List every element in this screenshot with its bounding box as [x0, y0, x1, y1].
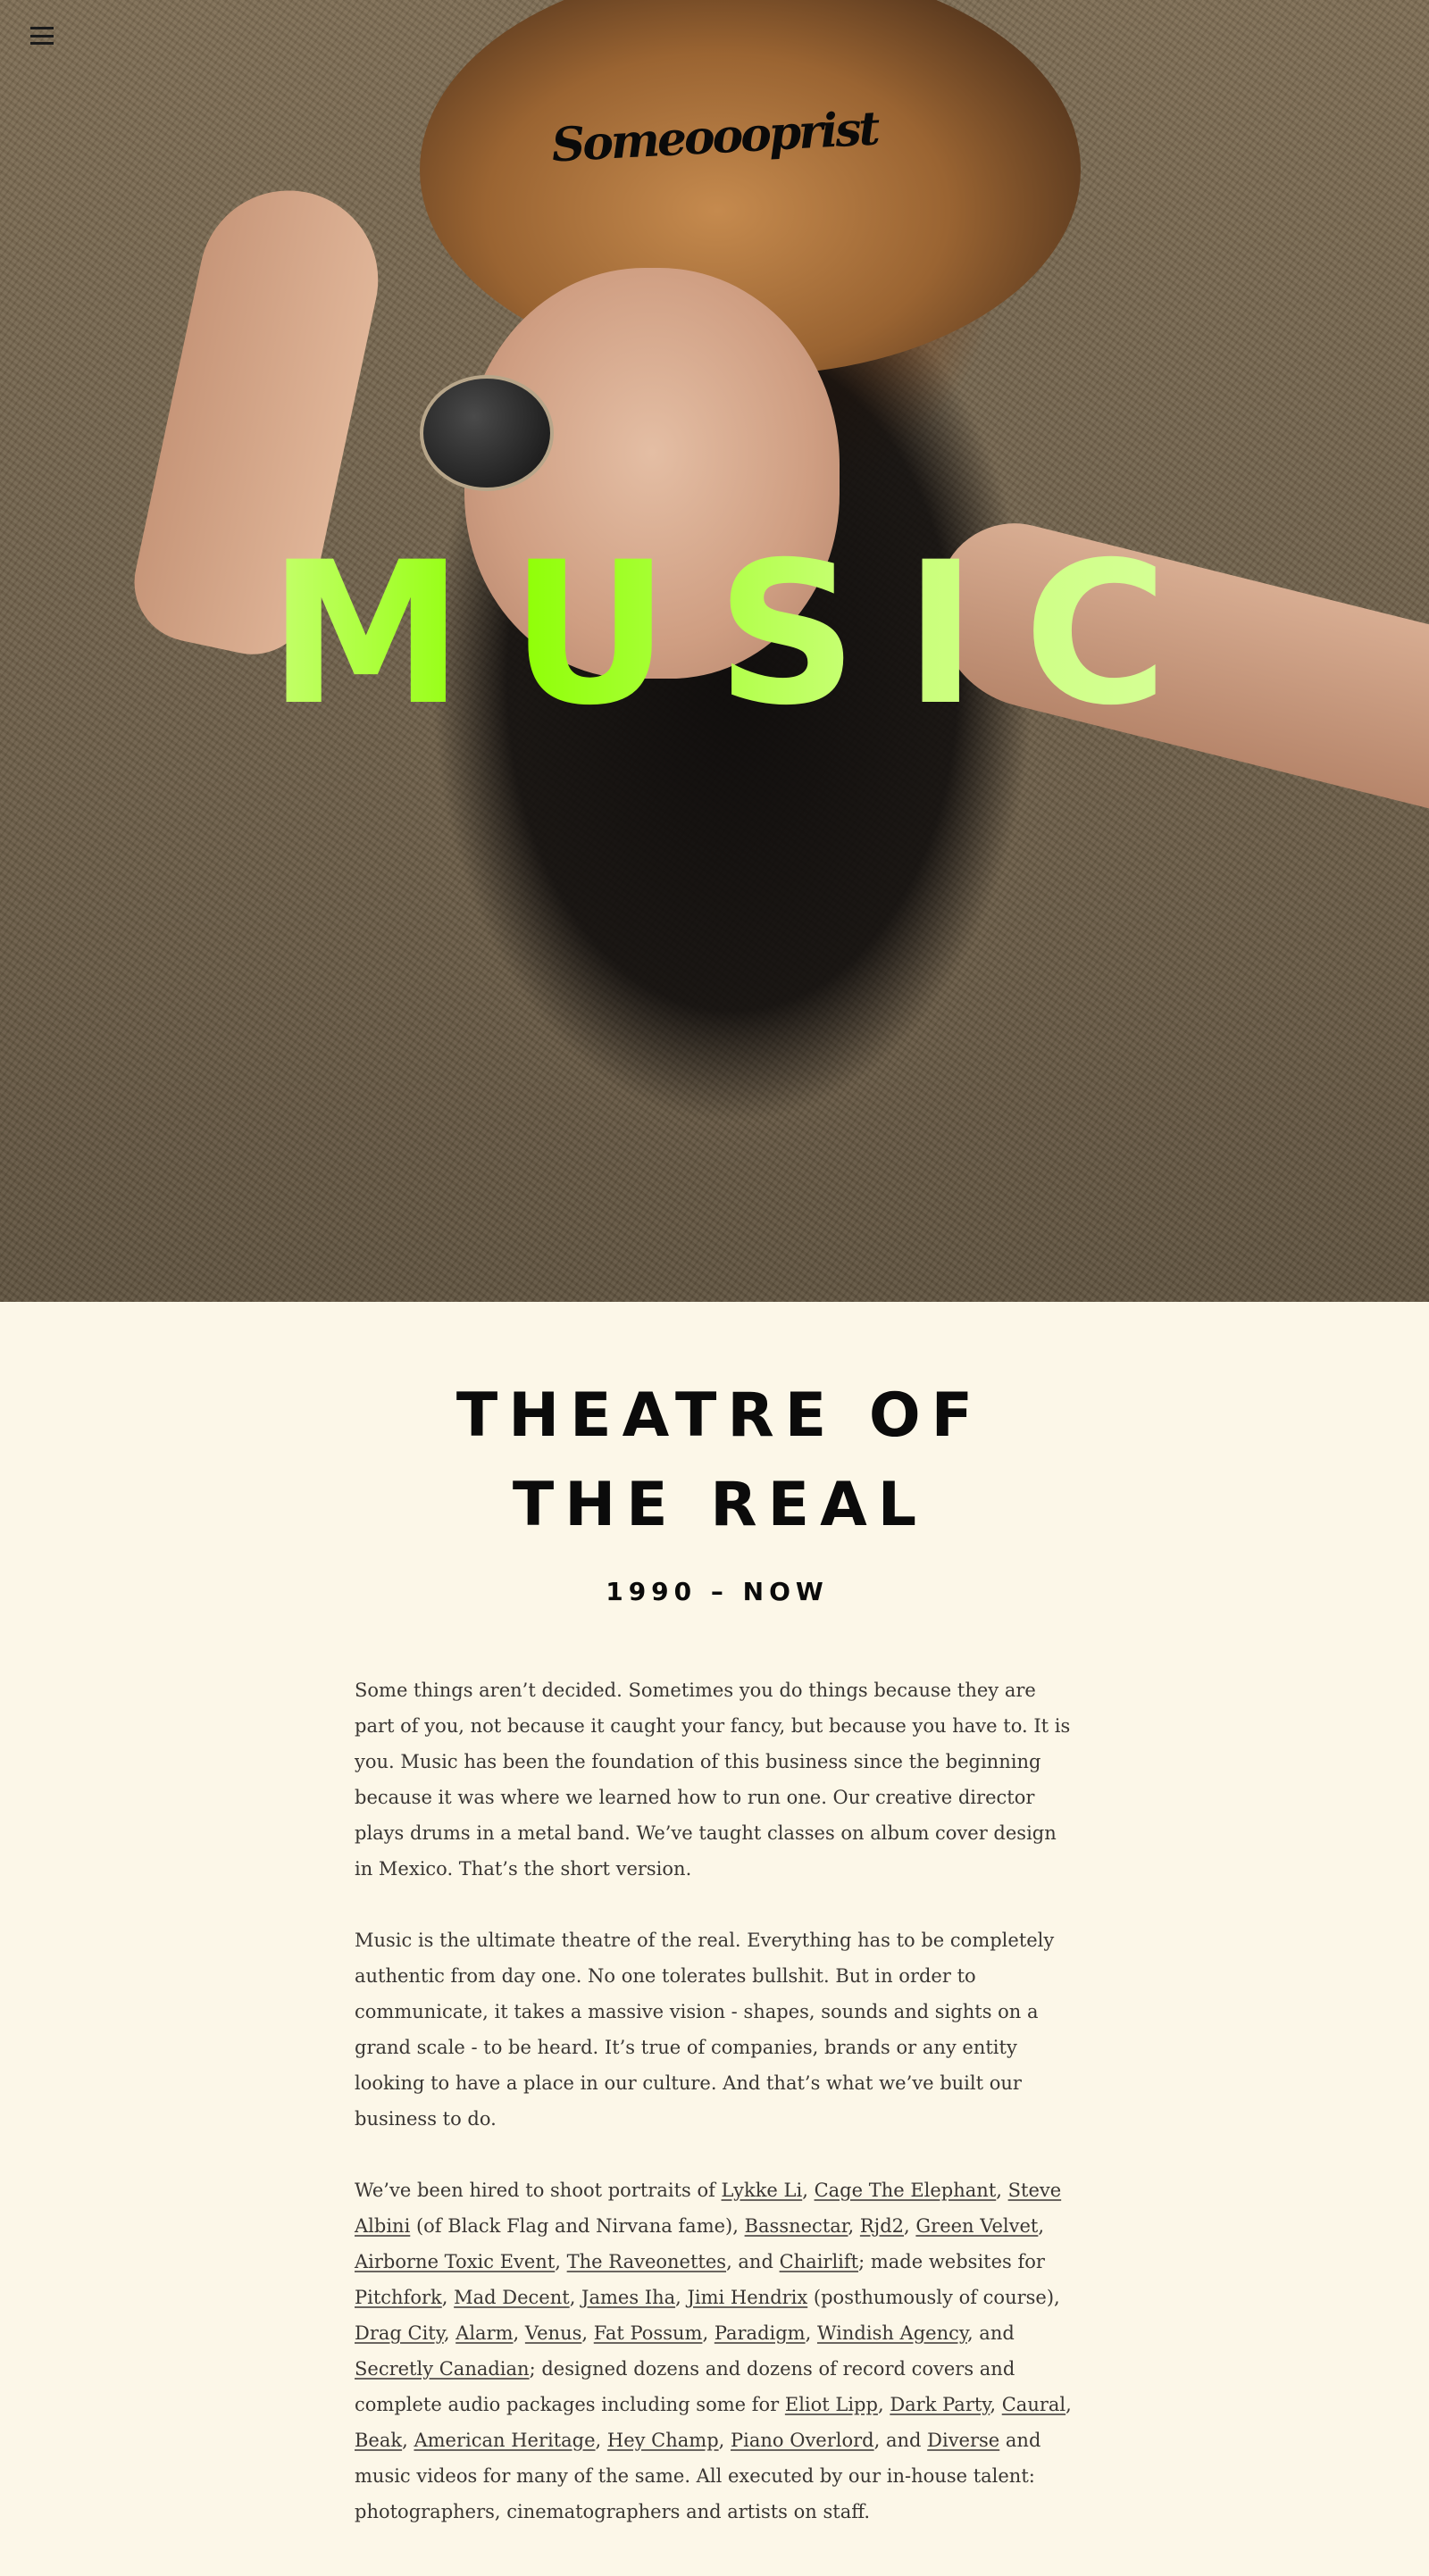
link-dark-party[interactable]: Dark Party [890, 2394, 990, 2415]
text-run: , [513, 2322, 525, 2344]
text-run: , [718, 2430, 731, 2451]
link-lykke-li[interactable]: Lykke Li [722, 2180, 803, 2201]
body-text: Some things aren’t decided. Sometimes yo… [355, 1672, 1074, 2530]
text-run: , [802, 2180, 815, 2201]
hero-banner: Someoooprist MUSIC [0, 0, 1429, 1302]
link-jimi-hendrix[interactable]: Jimi Hendrix [687, 2287, 807, 2308]
text-run: , [1065, 2394, 1072, 2415]
link-caural[interactable]: Caural [1002, 2394, 1065, 2415]
section-heading-line: THE REAL [512, 1470, 928, 1540]
paragraph: Some things aren’t decided. Sometimes yo… [355, 1680, 1071, 1880]
text-run: (of Black Flag and Nirvana fame), [410, 2215, 745, 2237]
text-run: , [848, 2215, 860, 2237]
text-run: (posthumously of course), [807, 2287, 1060, 2308]
link-mad-decent[interactable]: Mad Decent [454, 2287, 570, 2308]
text-run: , [443, 2322, 456, 2344]
text-run: , [675, 2287, 688, 2308]
text-run: , [581, 2322, 594, 2344]
text-run: , [441, 2287, 455, 2308]
text-run: , and [726, 2251, 780, 2272]
text-run: , [996, 2180, 1008, 2201]
hero-title: MUSIC [0, 536, 1429, 732]
text-run: , [595, 2430, 607, 2451]
link-piano-overlord[interactable]: Piano Overlord [731, 2430, 874, 2451]
link-windish-agency[interactable]: Windish Agency [817, 2322, 967, 2344]
text-run: We’ve been hired to shoot portraits of [355, 2180, 722, 2201]
hamburger-menu-icon[interactable] [30, 27, 54, 45]
section-heading-line: THEATRE OF [455, 1380, 984, 1451]
link-drag-city[interactable]: Drag City [355, 2322, 444, 2344]
link-pitchfork[interactable]: Pitchfork [355, 2287, 442, 2308]
link-hey-champ[interactable]: Hey Champ [607, 2430, 719, 2451]
text-run: , [1038, 2215, 1045, 2237]
text-run: , [569, 2287, 582, 2308]
text-run: , [990, 2394, 1002, 2415]
link-airborne-toxic-event[interactable]: Airborne Toxic Event [355, 2251, 555, 2272]
paragraph-clients: We’ve been hired to shoot portraits of L… [355, 2172, 1074, 2530]
link-bassnectar[interactable]: Bassnectar [745, 2215, 848, 2237]
text-run: , [877, 2394, 890, 2415]
link-american-heritage[interactable]: American Heritage [414, 2430, 595, 2451]
link-eliot-lipp[interactable]: Eliot Lipp [785, 2394, 878, 2415]
link-rjd2[interactable]: Rjd2 [860, 2215, 904, 2237]
link-cage-the-elephant[interactable]: Cage The Elephant [815, 2180, 997, 2201]
link-green-velvet[interactable]: Green Velvet [915, 2215, 1038, 2237]
text-run: , [402, 2430, 414, 2451]
link-chairlift[interactable]: Chairlift [780, 2251, 859, 2272]
paragraph: Music is the ultimate theatre of the rea… [355, 1930, 1055, 2130]
link-diverse[interactable]: Diverse [927, 2430, 999, 2451]
link-the-raveonettes[interactable]: The Raveonettes [567, 2251, 726, 2272]
text-run: , and [966, 2322, 1015, 2344]
text-run: , [702, 2322, 714, 2344]
sunglasses-lens [420, 375, 554, 491]
text-run: ; made websites for [858, 2251, 1045, 2272]
text-run: , [805, 2322, 817, 2344]
link-paradigm[interactable]: Paradigm [714, 2322, 806, 2344]
link-venus[interactable]: Venus [525, 2322, 582, 2344]
text-run: , [555, 2251, 567, 2272]
section-heading: THEATRE OF THE REAL [0, 1371, 1429, 1550]
text-run: , [904, 2215, 916, 2237]
link-secretly-canadian[interactable]: Secretly Canadian [355, 2358, 530, 2380]
text-run: , and [873, 2430, 928, 2451]
date-range: 1990 – NOW [606, 1577, 829, 1606]
link-beak[interactable]: Beak [355, 2430, 402, 2451]
main-content: THEATRE OF THE REAL 1990 – NOW Some thin… [0, 1302, 1429, 2530]
link-alarm[interactable]: Alarm [455, 2322, 513, 2344]
link-fat-possum[interactable]: Fat Possum [594, 2322, 703, 2344]
site-logo[interactable]: Someoooprist [550, 89, 879, 184]
link-james-iha[interactable]: James Iha [581, 2287, 675, 2308]
